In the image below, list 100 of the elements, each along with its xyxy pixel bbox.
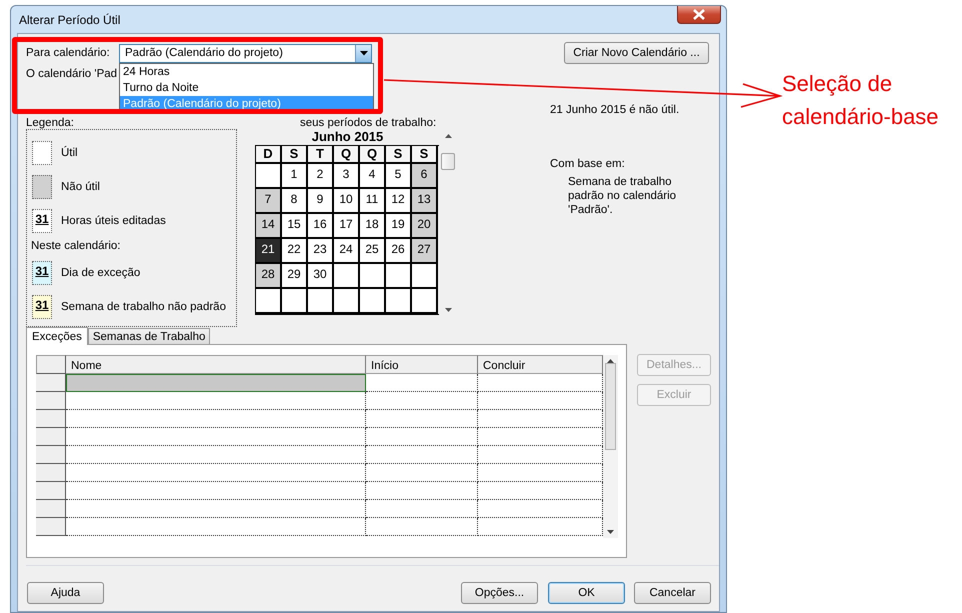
calendar-cell	[360, 264, 386, 289]
calendar-day[interactable]: 14	[256, 214, 282, 239]
legend-title: Legenda:	[26, 117, 74, 129]
column-header[interactable]: Início	[366, 355, 478, 374]
table-cell[interactable]	[366, 500, 478, 518]
legend-swatch	[32, 141, 52, 165]
calendar-day[interactable]: 19	[386, 214, 412, 239]
table-cell[interactable]	[66, 518, 366, 536]
table-cell[interactable]	[366, 374, 478, 392]
calendar-day[interactable]: 2	[308, 164, 334, 189]
calendar-day[interactable]: 22	[282, 239, 308, 264]
weekday-header: S	[386, 146, 412, 164]
calendar-day[interactable]: 4	[360, 164, 386, 189]
calendar-day[interactable]: 8	[282, 189, 308, 214]
weekday-header: S	[412, 146, 438, 164]
calendar-day[interactable]: 21	[256, 239, 282, 264]
column-header[interactable]: Nome	[66, 355, 366, 374]
dialog-button[interactable]: Cancelar	[634, 582, 711, 604]
dialog-button[interactable]: Opções...	[461, 582, 538, 604]
table-cell[interactable]	[366, 446, 478, 464]
dialog-button[interactable]: Ajuda	[27, 582, 104, 604]
calendar-day[interactable]: 24	[334, 239, 360, 264]
calendar-day[interactable]: 7	[256, 189, 282, 214]
calendar-day[interactable]: 28	[256, 264, 282, 289]
based-on-text: Semana de trabalho padrão no calendário 'Padrão'.	[568, 175, 678, 217]
calendar-day[interactable]: 18	[360, 214, 386, 239]
dialog-button[interactable]: OK	[548, 582, 625, 604]
calendar-note: O calendário 'Pad	[26, 68, 118, 82]
calendar-day[interactable]: 29	[282, 264, 308, 289]
legend-swatch: 31	[32, 209, 52, 233]
row-header[interactable]	[36, 428, 66, 446]
field-label: Para calendário:	[26, 47, 111, 59]
table-cell[interactable]	[66, 500, 366, 518]
scroll-down-icon[interactable]	[607, 530, 614, 534]
table-cell[interactable]	[66, 428, 366, 446]
scrollbar[interactable]	[603, 355, 618, 538]
row-header[interactable]	[36, 374, 66, 392]
column-header[interactable]: Concluir	[478, 355, 603, 374]
dropdown-value: Padrão (Calendário do projeto)	[124, 47, 283, 59]
dropdown-option[interactable]: Turno da Noite	[120, 80, 373, 96]
calendar-day[interactable]: 25	[360, 239, 386, 264]
calendar-day[interactable]: 5	[386, 164, 412, 189]
scroll-thumb[interactable]	[605, 363, 616, 450]
calendar-day[interactable]: 20	[412, 214, 438, 239]
table-cell[interactable]	[366, 464, 478, 482]
table-cell[interactable]	[66, 392, 366, 410]
calendar-day[interactable]: 6	[412, 164, 438, 189]
weekday-header: Q	[360, 146, 386, 164]
calendar-cell	[334, 264, 360, 289]
calendar-day[interactable]: 9	[308, 189, 334, 214]
calendar-day[interactable]: 27	[412, 239, 438, 264]
row-header[interactable]	[36, 482, 66, 500]
table-cell[interactable]	[66, 410, 366, 428]
legend-label: Não útil	[61, 181, 100, 193]
table-cell[interactable]	[366, 392, 478, 410]
tab[interactable]: Semanas de Trabalho	[88, 328, 210, 344]
table-cell[interactable]	[366, 428, 478, 446]
weekday-header: Q	[334, 146, 360, 164]
new-calendar-button[interactable]: Criar Novo Calendário ...	[564, 42, 709, 64]
table-cell[interactable]	[66, 464, 366, 482]
table-cell[interactable]	[366, 482, 478, 500]
month-title: Junho 2015	[310, 129, 384, 145]
scroll-up-icon[interactable]	[444, 134, 452, 138]
table-cell[interactable]	[66, 374, 366, 392]
tab[interactable]: Exceções	[26, 327, 88, 345]
annotation-text: Seleção de calendário-base	[782, 70, 940, 131]
calendar-day[interactable]: 16	[308, 214, 334, 239]
table-cell[interactable]	[366, 518, 478, 536]
dropdown-option[interactable]: 24 Horas	[120, 64, 373, 80]
calendar-day[interactable]: 26	[386, 239, 412, 264]
calendar-day[interactable]: 23	[308, 239, 334, 264]
table-cell[interactable]	[66, 482, 366, 500]
table-cell[interactable]	[66, 446, 366, 464]
instruction-text: seus períodos de trabalho:	[300, 117, 436, 129]
row-header[interactable]	[36, 392, 66, 410]
row-header[interactable]	[36, 446, 66, 464]
calendar-day[interactable]: 15	[282, 214, 308, 239]
scroll-thumb[interactable]	[441, 152, 455, 170]
legend-swatch: 31	[32, 295, 52, 319]
legend-label: Dia de exceção	[61, 267, 140, 279]
row-header[interactable]	[36, 464, 66, 482]
calendar-day[interactable]: 12	[386, 189, 412, 214]
row-header[interactable]	[36, 410, 66, 428]
calendar-day[interactable]: 10	[334, 189, 360, 214]
calendar-day[interactable]: 3	[334, 164, 360, 189]
weekday-header: S	[282, 146, 308, 164]
close-button[interactable]	[677, 6, 721, 24]
calendar-day[interactable]: 30	[308, 264, 334, 289]
calendar-day[interactable]: 11	[360, 189, 386, 214]
row-header[interactable]	[36, 518, 66, 536]
day-status-text: 21 Junho 2015 é não útil.	[550, 104, 680, 116]
scroll-down-icon[interactable]	[444, 308, 452, 312]
calendar-day[interactable]: 1	[282, 164, 308, 189]
table-cell[interactable]	[366, 410, 478, 428]
weekday-header: D	[256, 146, 282, 164]
legend-swatch: 31	[32, 261, 52, 285]
calendar-day[interactable]: 17	[334, 214, 360, 239]
calendar-day[interactable]: 13	[412, 189, 438, 214]
legend-label: Semana de trabalho não padrão	[61, 301, 226, 313]
row-header[interactable]	[36, 500, 66, 518]
